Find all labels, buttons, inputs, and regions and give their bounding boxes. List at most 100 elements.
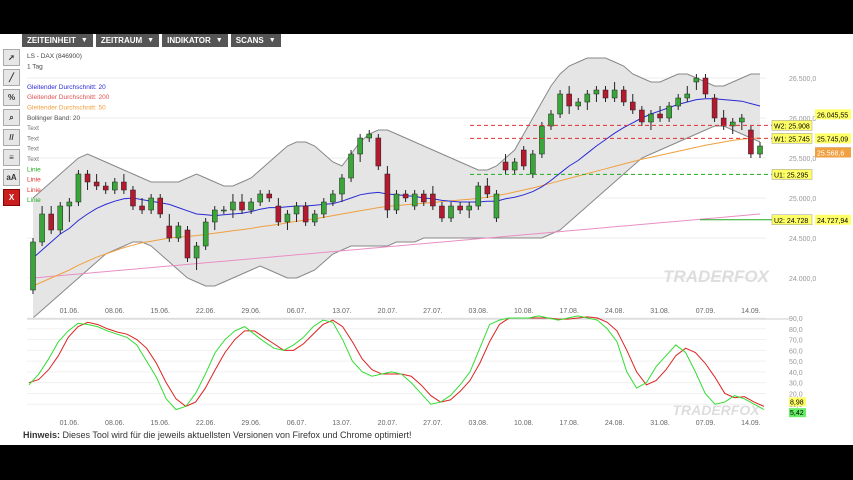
candle bbox=[330, 193, 336, 203]
osc-x-tick-label: 27.07. bbox=[423, 420, 443, 427]
candle bbox=[748, 129, 754, 155]
candle bbox=[739, 117, 745, 123]
candle bbox=[484, 185, 491, 195]
candle bbox=[302, 205, 309, 223]
candle bbox=[193, 245, 200, 259]
candle bbox=[130, 189, 136, 207]
candle bbox=[757, 145, 763, 155]
candle bbox=[657, 113, 663, 119]
candle bbox=[230, 201, 236, 211]
candle bbox=[702, 77, 709, 95]
candle bbox=[675, 97, 681, 107]
hint-label: Hinweis: bbox=[23, 430, 61, 440]
candle bbox=[593, 89, 600, 95]
legend-item: Text bbox=[27, 156, 39, 163]
legend-item: Gleitender Durchschnitt: 50 bbox=[27, 105, 106, 112]
legend-item: Linie bbox=[27, 197, 41, 204]
candle bbox=[275, 205, 282, 223]
candle bbox=[557, 93, 563, 115]
candle bbox=[175, 225, 182, 239]
price-tag-label: 25.568,6 bbox=[817, 151, 844, 158]
legend-item: Linie bbox=[27, 166, 41, 173]
osc-x-tick-label: 20.07. bbox=[378, 420, 398, 427]
chart-area[interactable]: 24.000,024.500,025.000,025.500,026.000,0… bbox=[0, 34, 853, 445]
candle bbox=[430, 193, 436, 207]
candle bbox=[384, 173, 391, 211]
hint-bar: Hinweis: Dieses Tool wird für die jeweil… bbox=[23, 430, 412, 440]
x-tick-label: 27.07. bbox=[423, 308, 443, 315]
osc-x-tick-label: 07.09. bbox=[696, 420, 716, 427]
price-tag-label: 26.045,55 bbox=[817, 112, 848, 119]
x-tick-label: 22.06. bbox=[196, 308, 216, 315]
candle bbox=[566, 93, 572, 107]
candle bbox=[93, 181, 100, 187]
price-line-label: U1: 25.295 bbox=[774, 172, 808, 179]
osc-x-tick-label: 13.07. bbox=[332, 420, 352, 427]
legend-item: Gleitender Durchschnitt: 20 bbox=[27, 84, 106, 91]
x-tick-label: 08.06. bbox=[105, 308, 125, 315]
candle bbox=[584, 93, 591, 103]
candle bbox=[39, 213, 45, 243]
y-tick-label: 25.500,0 bbox=[789, 156, 816, 163]
candle bbox=[84, 173, 91, 183]
candle bbox=[266, 193, 273, 199]
candle bbox=[157, 197, 163, 215]
hint-text: Dieses Tool wird für die jeweils aktuell… bbox=[62, 430, 412, 440]
chart-window: ZEITEINHEIT ▼ ZEITRAUM ▼ INDIKATOR ▼ SCANS ▼ ➚ ╱… bbox=[0, 34, 853, 445]
candle bbox=[520, 149, 527, 167]
candle bbox=[648, 113, 654, 123]
candle bbox=[321, 201, 327, 215]
price-line-label: W2: 25.908 bbox=[774, 123, 810, 130]
candle bbox=[139, 205, 145, 211]
x-tick-label: 17.08. bbox=[559, 308, 579, 315]
legend-item: Linie bbox=[27, 187, 41, 194]
osc-x-tick-label: 06.07. bbox=[287, 420, 307, 427]
candle bbox=[30, 241, 36, 291]
x-tick-label: 01.06. bbox=[60, 308, 80, 315]
osc-x-tick-label: 10.08. bbox=[514, 420, 534, 427]
candle bbox=[212, 209, 218, 223]
osc-y-tick-label: 80,0 bbox=[789, 327, 803, 334]
candle bbox=[457, 205, 463, 211]
candle bbox=[339, 177, 345, 195]
x-tick-label: 13.07. bbox=[332, 308, 352, 315]
osc-x-tick-label: 01.06. bbox=[60, 420, 80, 427]
osc-x-tick-label: 08.06. bbox=[105, 420, 125, 427]
candle bbox=[257, 193, 263, 203]
candle bbox=[375, 137, 382, 167]
candle bbox=[66, 201, 73, 207]
candle bbox=[357, 137, 363, 155]
x-tick-label: 10.08. bbox=[514, 308, 534, 315]
legend-item: 1 Tag bbox=[27, 63, 43, 70]
candle bbox=[475, 185, 482, 207]
candle bbox=[666, 105, 672, 119]
x-tick-label: 07.09. bbox=[696, 308, 716, 315]
osc-x-tick-label: 14.09. bbox=[741, 420, 761, 427]
y-tick-label: 25.000,0 bbox=[789, 196, 816, 203]
osc-y-tick-label: 70,0 bbox=[789, 338, 803, 345]
candle bbox=[121, 181, 127, 191]
candle bbox=[184, 229, 191, 259]
candle bbox=[393, 193, 400, 211]
candle bbox=[711, 97, 718, 119]
x-tick-label: 29.06. bbox=[241, 308, 261, 315]
candle bbox=[348, 153, 354, 179]
x-tick-label: 15.06. bbox=[150, 308, 170, 315]
osc-x-tick-label: 03.08. bbox=[469, 420, 489, 427]
candle bbox=[693, 77, 700, 83]
candle bbox=[684, 93, 691, 99]
osc-y-tick-label: 50,0 bbox=[789, 359, 803, 366]
candle bbox=[548, 113, 554, 127]
candle bbox=[720, 117, 727, 127]
candle bbox=[493, 193, 500, 219]
candle bbox=[421, 193, 427, 203]
candle bbox=[102, 185, 109, 191]
price-line-label: U2: 24.728 bbox=[774, 218, 808, 225]
legend-item: Text bbox=[27, 135, 39, 142]
price-tag-label: 25.745,09 bbox=[817, 136, 848, 143]
candle bbox=[502, 161, 509, 171]
osc-y-tick-label: 40,0 bbox=[789, 370, 803, 377]
candle bbox=[639, 109, 645, 123]
x-tick-label: 24.08. bbox=[605, 308, 625, 315]
legend-item: Text bbox=[27, 125, 39, 132]
